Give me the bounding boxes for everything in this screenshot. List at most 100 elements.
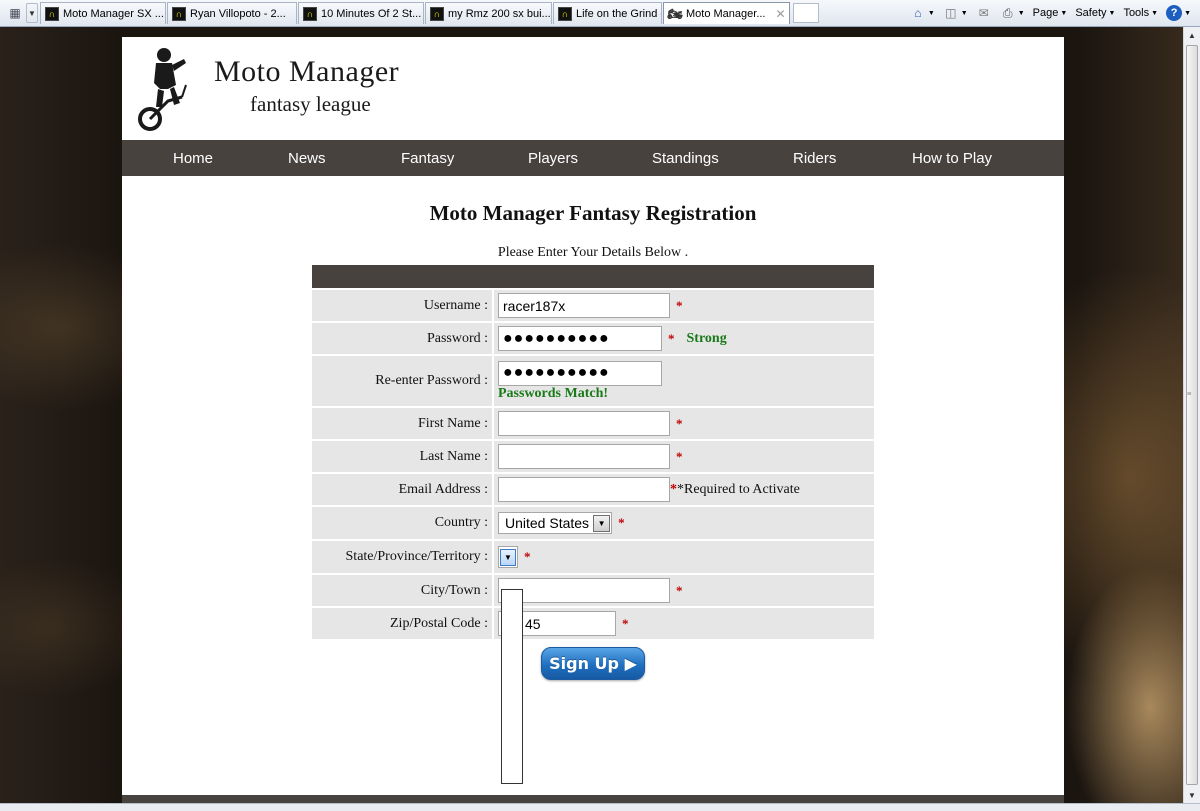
country-row: Country : United States ▼ * (312, 505, 874, 539)
moto-rider-icon: 🏍 (667, 6, 683, 21)
sign-up-button[interactable]: Sign Up ▶ (541, 647, 645, 680)
nav-how-to-play[interactable]: How to Play (912, 150, 992, 167)
last-name-row: Last Name : * (312, 439, 874, 472)
browser-tab[interactable]: ∩ Life on the Grind -... (553, 2, 662, 24)
required-marker: * (676, 297, 683, 313)
last-name-label: Last Name : (419, 448, 488, 464)
read-mail-button[interactable]: ✉ (973, 3, 995, 23)
reenter-password-field[interactable]: ●●●●●●●●●● (498, 360, 662, 386)
tab-label: 10 Minutes Of 2 St... (321, 7, 422, 20)
first-name-field[interactable] (498, 411, 670, 436)
mail-icon: ✉ (978, 6, 989, 20)
state-dropdown-list[interactable] (501, 589, 523, 784)
site-subtitle: fantasy league (250, 92, 371, 116)
site-title: Moto Manager (214, 55, 400, 88)
nav-news[interactable]: News (288, 150, 326, 167)
nav-riders[interactable]: Riders (793, 150, 836, 167)
site-header: Moto Manager fantasy league (122, 37, 1064, 140)
page-title: Moto Manager Fantasy Registration (429, 201, 757, 225)
nav-players[interactable]: Players (528, 150, 578, 167)
username-label: Username : (423, 297, 488, 313)
email-required-note: **Required to Activate (670, 482, 800, 498)
rss-feed-icon: ◫ (945, 6, 957, 20)
required-marker: * (676, 415, 683, 431)
main-nav: Home News Fantasy Players Standings Ride… (122, 140, 1064, 176)
tab-label: my Rmz 200 sx bui... (448, 7, 551, 20)
home-button[interactable]: ⌂ ▼ (907, 3, 938, 23)
browser-tab-active[interactable]: 🏍 Moto Manager... ✕ (663, 2, 790, 24)
home-icon: ⌂ (914, 6, 922, 20)
city-row: City/Town : * (312, 573, 874, 606)
username-field[interactable]: racer187x (498, 293, 670, 318)
site-favicon-icon: ∩ (172, 6, 186, 21)
city-label: City/Town : (420, 582, 488, 598)
first-name-label: First Name : (418, 415, 488, 431)
new-tab-button[interactable] (793, 3, 819, 23)
safety-menu[interactable]: Safety ▼ (1072, 3, 1118, 23)
reenter-password-label: Re-enter Password : (375, 373, 488, 388)
email-field[interactable] (498, 477, 670, 502)
chevron-down-icon[interactable]: ▼ (593, 514, 611, 532)
password-row: Password : ●●●●●●●●●● * Strong (312, 321, 874, 354)
feeds-button[interactable]: ◫ ▼ (940, 3, 971, 23)
print-button[interactable]: ⎙ ▼ (997, 3, 1028, 23)
tab-label: Ryan Villopoto - 2... (190, 7, 286, 20)
state-row: State/Province/Territory : ▼ * (312, 539, 874, 573)
nav-home[interactable]: Home (173, 150, 213, 167)
browser-tab[interactable]: ∩ 10 Minutes Of 2 St... (298, 2, 424, 24)
quick-tabs-icon[interactable]: ▦ (4, 3, 26, 23)
email-row: Email Address : **Required to Activate (312, 472, 874, 505)
country-label: Country : (434, 515, 488, 530)
browser-tab[interactable]: ∩ my Rmz 200 sx bui... (425, 2, 552, 24)
site-favicon-icon: ∩ (303, 6, 317, 21)
country-selected-value: United States (505, 515, 590, 531)
registration-form: Username : racer187x * Password : ●●●●●●… (312, 265, 874, 639)
browser-toolbar: ▦ ▼ ∩ Moto Manager SX ... ∩ Ryan Villopo… (0, 0, 1200, 27)
country-select[interactable]: United States ▼ (498, 512, 613, 534)
password-match-message: Passwords Match! (498, 385, 609, 401)
browser-tab[interactable]: ∩ Moto Manager SX ... (40, 2, 166, 24)
password-label: Password : (426, 330, 488, 346)
scrollbar-grip-icon: ≡ (1187, 389, 1192, 398)
printer-icon: ⎙ (1002, 5, 1013, 20)
city-field[interactable] (498, 578, 670, 603)
password-field[interactable]: ●●●●●●●●●● (498, 326, 662, 351)
page-menu-label: Page (1032, 7, 1059, 19)
nav-standings[interactable]: Standings (652, 150, 719, 167)
required-marker: * (524, 549, 531, 564)
required-marker: * (676, 448, 683, 464)
help-button[interactable]: ? ▼ (1163, 3, 1194, 23)
close-tab-icon[interactable]: ✕ (776, 7, 786, 21)
form-header-bar (312, 265, 874, 288)
required-marker: * (670, 481, 677, 497)
safety-menu-label: Safety (1075, 7, 1107, 19)
tools-menu-label: Tools (1123, 7, 1150, 19)
site-favicon-icon: ∩ (430, 6, 444, 21)
required-marker: * (676, 582, 683, 598)
help-icon: ? (1166, 5, 1183, 21)
state-select[interactable]: ▼ (498, 546, 518, 568)
browser-tab[interactable]: ∩ Ryan Villopoto - 2... (167, 2, 297, 24)
status-bar (0, 803, 1200, 811)
nav-fantasy[interactable]: Fantasy (401, 150, 454, 167)
page-container: Moto Manager fantasy league Home News Fa… (122, 37, 1064, 811)
last-name-field[interactable] (498, 444, 670, 469)
zip-row: Zip/Postal Code : 45 * (312, 606, 874, 639)
required-marker: * (622, 615, 629, 631)
tab-label: Moto Manager... (686, 7, 766, 20)
reenter-password-row: Re-enter Password : ●●●●●●●●●● Passwords… (312, 354, 874, 406)
scroll-down-icon[interactable]: ▼ (1184, 787, 1200, 803)
email-label: Email Address : (398, 481, 488, 497)
vertical-scrollbar[interactable]: ▲ ≡ ▼ (1183, 27, 1200, 803)
chevron-down-icon[interactable]: ▼ (500, 548, 516, 566)
tools-menu[interactable]: Tools ▼ (1120, 3, 1161, 23)
scroll-up-icon[interactable]: ▲ (1184, 27, 1200, 43)
instructions-text: Please Enter Your Details Below . (497, 245, 689, 260)
tab-label: Life on the Grind -... (576, 7, 661, 20)
first-name-row: First Name : * (312, 406, 874, 439)
scrollbar-thumb[interactable] (1186, 45, 1198, 785)
required-marker: * (618, 515, 625, 530)
page-menu[interactable]: Page ▼ (1030, 3, 1071, 23)
site-favicon-icon: ∩ (558, 6, 572, 21)
tab-list-dropdown[interactable]: ▼ (26, 3, 38, 23)
